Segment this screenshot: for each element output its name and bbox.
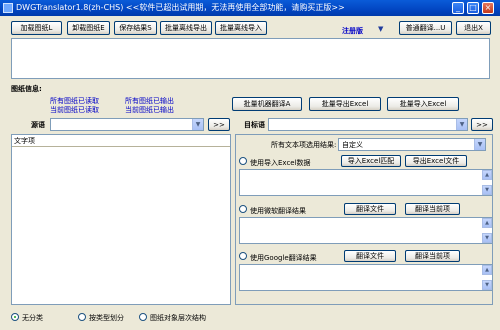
chevron-down-icon[interactable]: ▼ [474, 139, 485, 150]
import-excel-match-button[interactable]: 导入Excel匹配 [341, 155, 401, 167]
group-none-radio[interactable] [11, 313, 19, 321]
group-none-label: 无分类 [22, 314, 43, 322]
use-microsoft-label: 使用微软翻译结果 [250, 207, 306, 215]
all-text-result-label: 所有文本项选用结果: [271, 141, 337, 149]
export-excel-file-button[interactable]: 导出Excel文件 [405, 155, 467, 167]
current-drawing-output: 当前图纸已输出 [125, 106, 174, 114]
use-excel-label: 使用导入Excel数据 [250, 159, 311, 167]
chevron-down-icon[interactable]: ▼ [378, 25, 383, 33]
microsoft-translate-current-button[interactable]: 翻译当前项 [405, 203, 460, 215]
batch-import-excel-button[interactable]: 批量导入Excel [387, 97, 459, 111]
scroll-down-icon[interactable]: ▼ [482, 185, 492, 195]
group-by-type-radio[interactable] [78, 313, 86, 321]
scroll-down-icon[interactable]: ▼ [482, 280, 492, 290]
maximize-button[interactable]: □ [467, 2, 479, 14]
excel-result-area[interactable]: ▲ ▼ [239, 169, 493, 196]
use-microsoft-radio[interactable] [239, 205, 247, 213]
drawing-info-label: 图纸信息: [11, 85, 42, 93]
group-by-layer-radio[interactable] [139, 313, 147, 321]
batch-import-button[interactable]: 批量离线导入 [215, 21, 267, 35]
target-lang-go-button[interactable]: >> [471, 118, 493, 131]
source-lang-go-button[interactable]: >> [208, 118, 230, 131]
google-translate-file-button[interactable]: 翻译文件 [344, 250, 396, 262]
app-icon [3, 3, 13, 13]
scroll-down-icon[interactable]: ▼ [482, 233, 492, 243]
text-items-list[interactable]: 文字项 [11, 134, 231, 305]
log-area[interactable] [11, 38, 490, 79]
result-mode-value: 自定义 [342, 141, 363, 149]
window-title: DWGTranslator1.8(zh-CHS) <<软件已超出试用期，无法再使… [16, 3, 345, 12]
minimize-button[interactable]: _ [452, 2, 464, 14]
google-translate-current-button[interactable]: 翻译当前项 [405, 250, 460, 262]
google-result-area[interactable]: ▲ ▼ [239, 264, 493, 291]
batch-export-button[interactable]: 批量离线导出 [160, 21, 212, 35]
use-google-radio[interactable] [239, 252, 247, 260]
scroll-up-icon[interactable]: ▲ [482, 170, 492, 180]
microsoft-result-area[interactable]: ▲ ▼ [239, 217, 493, 244]
source-lang-label: 源语 [31, 121, 45, 129]
chevron-down-icon[interactable]: ▼ [192, 119, 203, 130]
chevron-down-icon[interactable]: ▼ [456, 119, 467, 130]
normal-translate-button[interactable]: 普通翻译...U [399, 21, 452, 35]
exit-button[interactable]: 退出X [456, 21, 491, 35]
source-lang-select[interactable]: ▼ [50, 118, 204, 131]
target-lang-label: 目标语 [244, 121, 265, 129]
header-divider [12, 146, 230, 147]
scroll-up-icon[interactable]: ▲ [482, 265, 492, 275]
microsoft-translate-file-button[interactable]: 翻译文件 [344, 203, 396, 215]
scroll-up-icon[interactable]: ▲ [482, 218, 492, 228]
save-result-button[interactable]: 保存结果S [114, 21, 157, 35]
text-items-header: 文字项 [14, 137, 35, 145]
use-excel-radio[interactable] [239, 157, 247, 165]
current-drawing-read: 当前图纸已读取 [50, 106, 99, 114]
unload-drawing-button[interactable]: 卸载图纸E [67, 21, 110, 35]
use-google-label: 使用Google翻译结果 [250, 254, 317, 262]
title-bar: DWGTranslator1.8(zh-CHS) <<软件已超出试用期，无法再使… [0, 0, 500, 16]
target-lang-select[interactable]: ▼ [268, 118, 468, 131]
register-label: 注册版 [342, 27, 363, 35]
group-by-layer-label: 图纸对象层次结构 [150, 314, 206, 322]
load-drawing-button[interactable]: 加载图纸L [11, 21, 62, 35]
batch-export-excel-button[interactable]: 批量导出Excel [309, 97, 381, 111]
batch-machine-translate-button[interactable]: 批量机器翻译A [232, 97, 302, 111]
result-mode-select[interactable]: 自定义 ▼ [338, 138, 486, 151]
result-panel: 所有文本项选用结果: 自定义 ▼ 使用导入Excel数据 导入Excel匹配 导… [235, 134, 493, 305]
group-by-type-label: 按类型划分 [89, 314, 124, 322]
close-button[interactable]: × [482, 2, 494, 14]
